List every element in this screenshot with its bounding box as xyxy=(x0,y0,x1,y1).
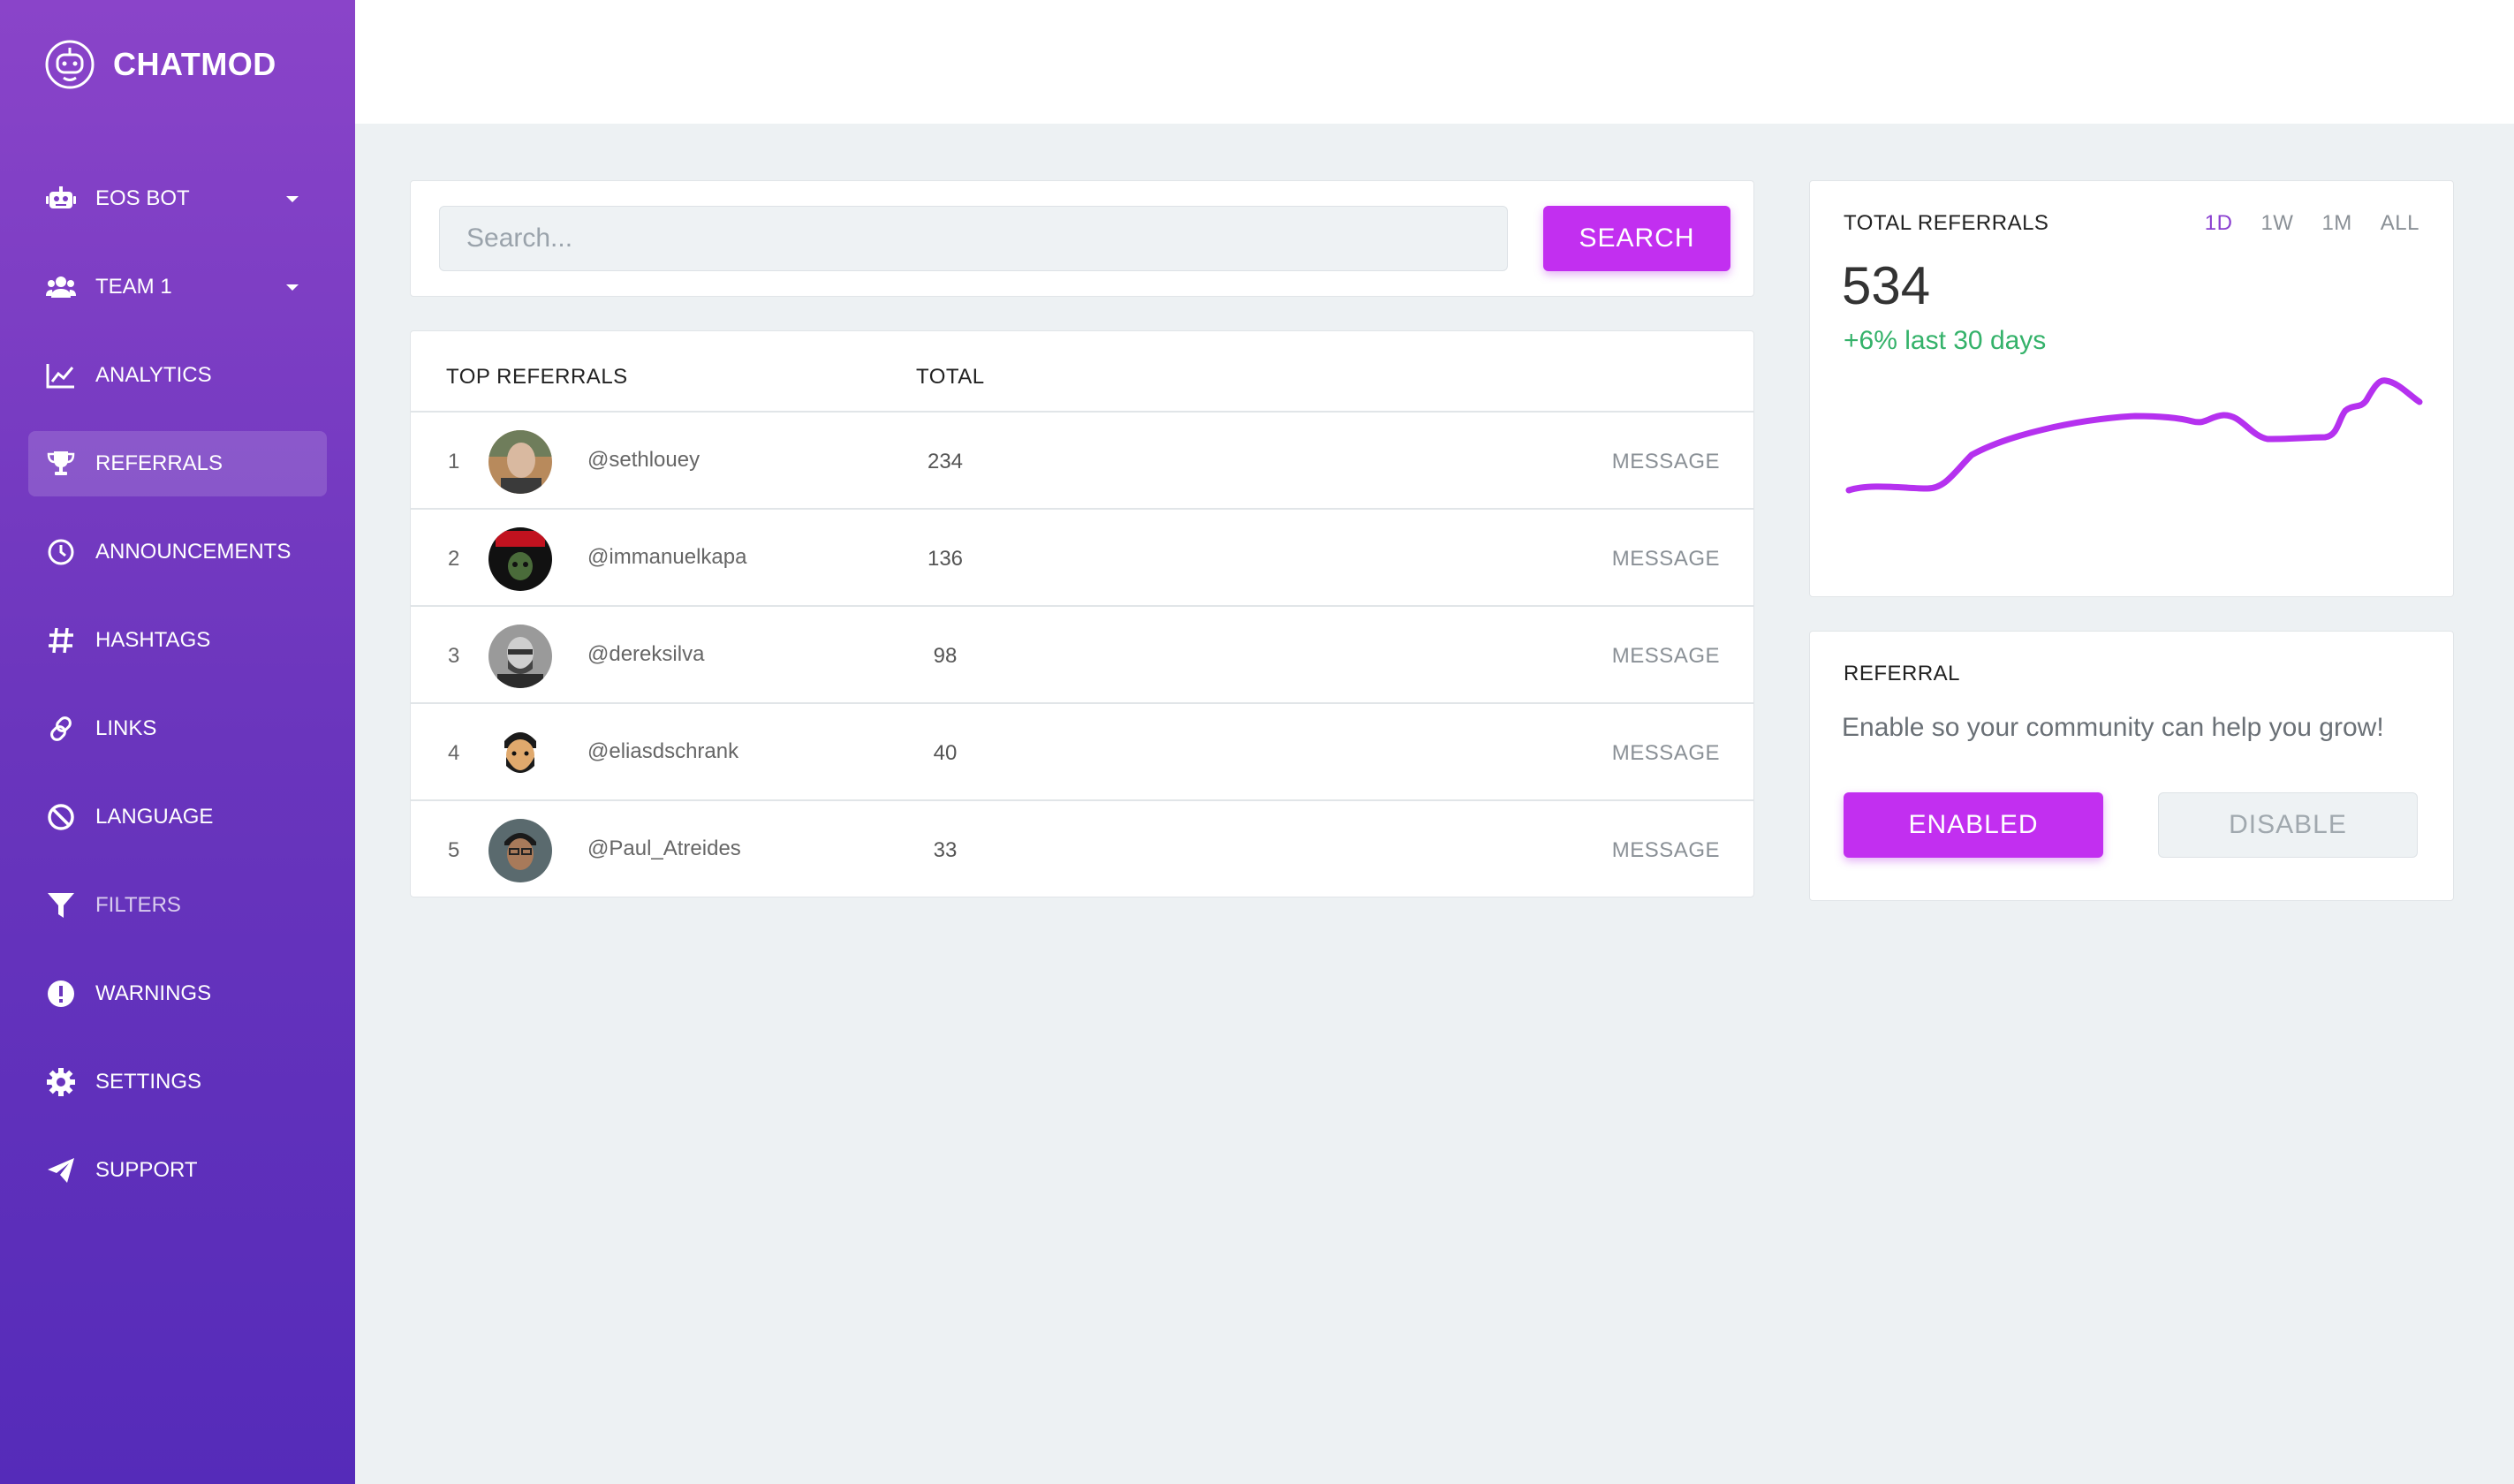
sidebar-item-label: WARNINGS xyxy=(95,981,212,1005)
avatar[interactable] xyxy=(488,430,552,494)
column-header-top-referrals: TOP REFERRALS xyxy=(446,365,628,389)
row-rank: 5 xyxy=(448,838,460,862)
sidebar-item-eos-bot[interactable]: EOS BOT xyxy=(28,166,327,231)
stats-title: TOTAL REFERRALS xyxy=(1844,211,2049,235)
sidebar-item-label: TEAM 1 xyxy=(95,275,172,299)
sidebar-item-label: SETTINGS xyxy=(95,1070,202,1094)
robot-icon xyxy=(44,182,78,216)
referral-description: Enable so your community can help you gr… xyxy=(1842,713,2384,742)
trophy-icon xyxy=(44,447,78,481)
sidebar-item-announcements[interactable]: ANNOUNCEMENTS xyxy=(28,519,327,585)
table-row: 2 @immanuelkapa 136 MESSAGE xyxy=(411,508,1753,605)
sidebar: CHATMOD EOS BOT TEAM 1 ANALYTICS REFERRA… xyxy=(0,0,355,1484)
message-button[interactable]: MESSAGE xyxy=(1612,741,1720,766)
users-icon xyxy=(44,270,78,304)
message-button[interactable]: MESSAGE xyxy=(1612,838,1720,863)
row-total: 33 xyxy=(933,838,958,862)
stats-change: +6% last 30 days xyxy=(1844,326,2047,355)
row-username[interactable]: @Paul_Atreides xyxy=(587,837,741,861)
row-total: 136 xyxy=(927,547,964,571)
table-row: 1 @sethlouey 234 MESSAGE xyxy=(411,411,1753,508)
chart-line-icon xyxy=(44,359,78,392)
avatar[interactable] xyxy=(488,819,552,882)
sidebar-item-label: LINKS xyxy=(95,716,157,740)
brand[interactable]: CHATMOD xyxy=(44,37,276,92)
ban-icon xyxy=(44,800,78,834)
top-referrals-table: TOP REFERRALS TOTAL 1 @sethlouey 234 MES… xyxy=(410,330,1754,897)
search-button[interactable]: SEARCH xyxy=(1543,206,1730,271)
row-username[interactable]: @immanuelkapa xyxy=(587,545,746,570)
disable-button[interactable]: DISABLE xyxy=(2158,792,2418,858)
stats-value: 534 xyxy=(1842,256,1931,315)
row-total: 98 xyxy=(933,644,958,668)
avatar[interactable] xyxy=(488,625,552,688)
filter-icon xyxy=(44,889,78,922)
sidebar-item-hashtags[interactable]: HASHTAGS xyxy=(28,608,327,673)
total-referrals-card: TOTAL REFERRALS 1D 1W 1M ALL 534 +6% las… xyxy=(1809,180,2454,597)
table-row: 4 @eliasdschrank 40 MESSAGE xyxy=(411,702,1753,799)
sidebar-item-label: LANGUAGE xyxy=(95,805,214,829)
row-rank: 3 xyxy=(448,644,460,668)
sidebar-item-label: EOS BOT xyxy=(95,186,190,210)
range-tab-1m[interactable]: 1M xyxy=(2321,211,2351,236)
row-rank: 2 xyxy=(448,547,460,571)
row-username[interactable]: @eliasdschrank xyxy=(587,739,738,764)
message-button[interactable]: MESSAGE xyxy=(1612,644,1720,669)
row-username[interactable]: @sethlouey xyxy=(587,448,700,473)
robot-face-icon xyxy=(45,40,95,89)
sidebar-item-label: FILTERS xyxy=(95,893,181,917)
column-header-total: TOTAL xyxy=(916,365,985,389)
sidebar-nav: EOS BOT TEAM 1 ANALYTICS REFERRALS ANNOU… xyxy=(28,166,327,1226)
sidebar-item-filters[interactable]: FILTERS xyxy=(28,873,327,938)
sidebar-item-support[interactable]: SUPPORT xyxy=(28,1138,327,1203)
sidebar-item-label: HASHTAGS xyxy=(95,628,211,652)
brand-name: CHATMOD xyxy=(113,46,276,82)
message-button[interactable]: MESSAGE xyxy=(1612,450,1720,474)
referral-title: REFERRAL xyxy=(1844,662,1961,685)
sidebar-item-team[interactable]: TEAM 1 xyxy=(28,254,327,320)
row-rank: 1 xyxy=(448,450,460,473)
row-total: 40 xyxy=(933,741,958,765)
sidebar-item-settings[interactable]: SETTINGS xyxy=(28,1049,327,1115)
hashtag-icon xyxy=(44,624,78,657)
sidebar-item-label: ANALYTICS xyxy=(95,363,212,387)
row-username[interactable]: @dereksilva xyxy=(587,642,704,667)
avatar[interactable] xyxy=(488,527,552,591)
sidebar-item-warnings[interactable]: WARNINGS xyxy=(28,961,327,1026)
sidebar-item-referrals[interactable]: REFERRALS xyxy=(28,431,327,496)
search-input[interactable] xyxy=(439,206,1508,271)
link-icon xyxy=(44,712,78,746)
row-rank: 4 xyxy=(448,741,460,765)
chevron-down-icon[interactable] xyxy=(286,284,299,291)
sidebar-item-analytics[interactable]: ANALYTICS xyxy=(28,343,327,408)
sidebar-item-label: SUPPORT xyxy=(95,1158,198,1182)
table-row: 3 @dereksilva 98 MESSAGE xyxy=(411,605,1753,702)
range-tabs: 1D 1W 1M ALL xyxy=(2177,211,2419,236)
avatar[interactable] xyxy=(488,722,552,785)
range-tab-1w[interactable]: 1W xyxy=(2260,211,2293,236)
top-bar xyxy=(355,0,2514,124)
table-row: 5 @Paul_Atreides 33 MESSAGE xyxy=(411,799,1753,897)
sidebar-item-links[interactable]: LINKS xyxy=(28,696,327,761)
enabled-button[interactable]: ENABLED xyxy=(1844,792,2103,858)
search-card: SEARCH xyxy=(410,180,1754,297)
chevron-down-icon[interactable] xyxy=(286,196,299,202)
clock-icon xyxy=(44,535,78,569)
message-button[interactable]: MESSAGE xyxy=(1612,547,1720,572)
referrals-sparkline xyxy=(1845,377,2423,494)
exclamation-icon xyxy=(44,977,78,1011)
row-total: 234 xyxy=(927,450,964,473)
sparkline-path xyxy=(1845,377,2423,494)
range-tab-all[interactable]: ALL xyxy=(2381,211,2419,236)
sidebar-item-label: ANNOUNCEMENTS xyxy=(95,540,292,564)
range-tab-1d[interactable]: 1D xyxy=(2205,211,2233,236)
paper-plane-icon xyxy=(44,1154,78,1187)
sidebar-item-language[interactable]: LANGUAGE xyxy=(28,784,327,850)
referral-settings-card: REFERRAL Enable so your community can he… xyxy=(1809,631,2454,901)
sidebar-item-label: REFERRALS xyxy=(95,451,223,475)
gear-icon xyxy=(44,1065,78,1099)
